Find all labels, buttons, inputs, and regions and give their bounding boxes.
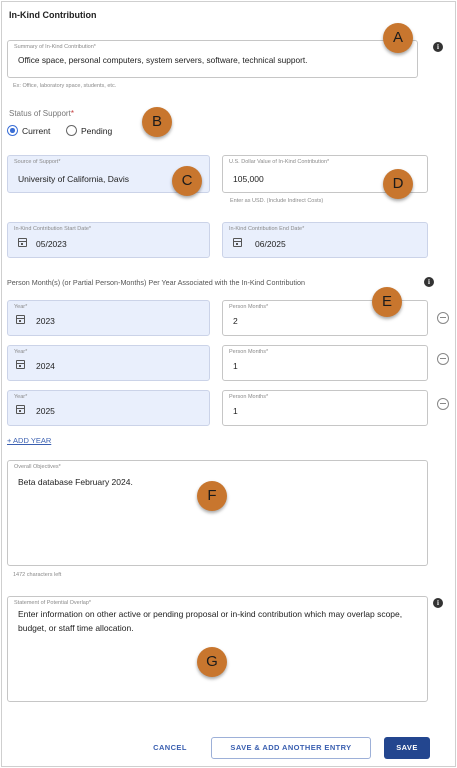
form-title: In-Kind Contribution [9,10,97,20]
person-months-info-icon[interactable]: i [424,277,434,287]
annotation-marker-e: E [372,287,402,317]
source-value: University of California, Davis [18,174,130,184]
annotation-marker-b: B [142,107,172,137]
required-mark: * [93,44,96,50]
summary-field[interactable]: Summary of In-Kind Contribution* Office … [7,40,418,78]
start-date-value: 05/2023 [36,239,67,249]
source-label: Source of Support [14,159,59,165]
summary-info-icon[interactable]: i [433,42,443,52]
person-months-value: 1 [233,406,238,416]
dollar-label: U.S. Dollar Value of In-Kind Contributio… [229,159,328,165]
calendar-icon[interactable] [233,238,242,247]
person-months-label: Person Months [229,304,266,310]
summary-label: Summary of In-Kind Contribution [14,44,94,50]
source-required-mark: * [58,159,61,165]
calendar-icon[interactable] [16,360,25,369]
objectives-field[interactable]: Overall Objectives* Beta database Februa… [7,460,428,566]
start-date-field[interactable]: In-Kind Contribution Start Date* 05/2023 [7,222,210,258]
start-date-required-mark: * [88,226,92,232]
overlap-info-icon[interactable]: i [433,598,443,608]
end-date-required-mark: * [302,226,305,232]
person-months-heading: Person Month(s) (or Partial Person-Month… [7,278,306,287]
dollar-value: 105,000 [233,174,264,184]
cancel-button[interactable]: CANCEL [145,738,195,758]
year-field[interactable]: Year* 2023 [7,300,210,336]
year-field[interactable]: Year* 2025 [7,390,210,426]
person-months-field[interactable]: Person Months* 1 [222,390,428,426]
status-label-text: Status of Support [9,109,71,118]
year-label: Year [14,304,26,310]
end-date-value: 06/2025 [255,239,286,249]
summary-hint: Ex: Office, laboratory space, students, … [13,83,117,89]
annotation-marker-f: F [197,481,227,511]
year-required-mark: * [25,394,28,400]
dollar-required-mark: * [327,159,330,165]
person-months-label: Person Months [229,349,266,355]
overlap-label: Statement of Potential Overlap [14,600,89,606]
person-months-required-mark: * [266,394,269,400]
status-pending-radio[interactable] [66,125,77,136]
calendar-icon[interactable] [16,405,25,414]
annotation-marker-d: D [383,169,413,199]
dollar-hint: Enter as USD. (Include Indirect Costs) [230,198,324,204]
person-months-required-mark: * [266,349,269,355]
status-current-radio[interactable] [7,125,18,136]
overlap-value: Enter information on other active or pen… [18,609,403,633]
save-button[interactable]: SAVE [384,737,430,759]
annotation-marker-g: G [197,647,227,677]
year-label: Year [14,349,26,355]
end-date-field[interactable]: In-Kind Contribution End Date* 06/2025 [222,222,428,258]
overlap-required-mark: * [88,600,92,606]
person-months-label: Person Months [229,394,266,400]
objectives-label: Overall Objectives [14,464,59,470]
person-months-required-mark: * [266,304,269,310]
annotation-marker-c: C [172,166,202,196]
year-value: 2023 [36,316,55,326]
remove-year-icon[interactable] [437,353,449,365]
annotation-marker-a: A [383,23,413,53]
save-add-another-button[interactable]: SAVE & ADD ANOTHER ENTRY [211,737,371,759]
add-year-link[interactable]: + ADD YEAR [7,436,51,445]
status-current-label[interactable]: Current [22,126,50,136]
year-field[interactable]: Year* 2024 [7,345,210,381]
person-months-value: 1 [233,361,238,371]
year-value: 2024 [36,361,55,371]
year-label: Year [14,394,26,400]
status-required-mark: * [70,109,74,118]
end-date-label: In-Kind Contribution End Date [229,226,303,232]
status-pending-label[interactable]: Pending [81,126,112,136]
remove-year-icon[interactable] [437,398,449,410]
summary-value: Office space, personal computers, system… [18,55,308,65]
person-months-value: 2 [233,316,238,326]
calendar-icon[interactable] [16,315,25,324]
person-months-field[interactable]: Person Months* 1 [222,345,428,381]
year-required-mark: * [25,349,28,355]
characters-left: 1472 characters left [13,572,62,578]
calendar-icon[interactable] [18,238,27,247]
year-value: 2025 [36,406,55,416]
objectives-value: Beta database February 2024. [18,477,133,487]
year-required-mark: * [25,304,28,310]
start-date-label: In-Kind Contribution Start Date [14,226,89,232]
objectives-required-mark: * [58,464,61,470]
status-label: Status of Support* [9,109,74,118]
remove-year-icon[interactable] [437,312,449,324]
